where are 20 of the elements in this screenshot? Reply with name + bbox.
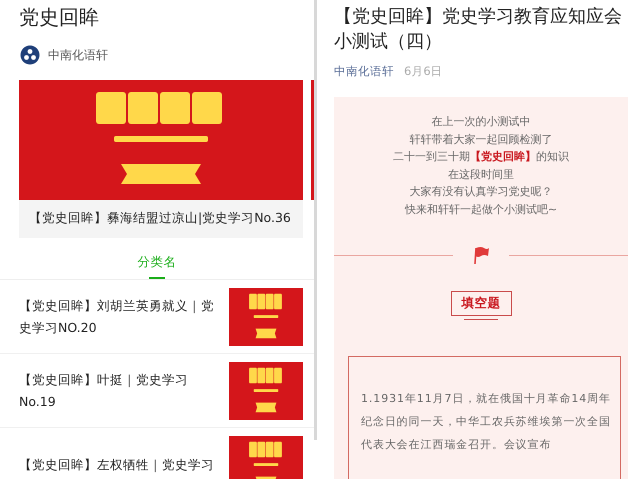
intro-text: 轩轩带着大家一起回顾检测了 [410, 132, 552, 148]
featured-caption: 【党史回眸】彝海结盟过凉山|党史学习No.36 [28, 209, 292, 227]
intro-text: 大家有没有认真学习党史呢？ [410, 184, 552, 200]
question-text: 1.1931年11月7日，就在俄国十月革命14周年纪念日的同一天，中华工农兵苏维埃第一次全国代表大会在江西瑞金召开。会议宣布 [361, 391, 612, 453]
article-title[interactable]: 【党史回眸】叶挺｜党史学习No.19 [19, 369, 215, 413]
page-title: 党史回眸 [18, 4, 100, 31]
section-label: 填空题 [450, 291, 512, 316]
publish-date: 6月6日 [404, 64, 443, 79]
author-link[interactable]: 中南化语轩 [334, 64, 394, 79]
featured-card[interactable]: 【党史回眸】彝海结盟过凉山|党史学习No.36 [19, 80, 303, 238]
article-title[interactable]: 【党史回眸】左权牺牲｜党史学习 [19, 454, 215, 476]
article-title: 【党史回眸】党史学习教育应知应会小测试（四） [333, 5, 623, 54]
article-title[interactable]: 【党史回眸】刘胡兰英勇就义｜党史学习NO.20 [19, 295, 215, 339]
intro-text: 二十一到三十期【党史回眸】的知识 [393, 149, 569, 165]
flag-icon [471, 245, 491, 265]
intro-text: 快来和轩轩一起做个小测试吧~ [404, 202, 558, 218]
logo-icon [20, 45, 40, 65]
account-name: 中南化语轩 [48, 46, 108, 64]
intro-text: 在上一次的小测试中 [432, 114, 530, 130]
intro-text: 在这段时间里 [448, 166, 514, 182]
